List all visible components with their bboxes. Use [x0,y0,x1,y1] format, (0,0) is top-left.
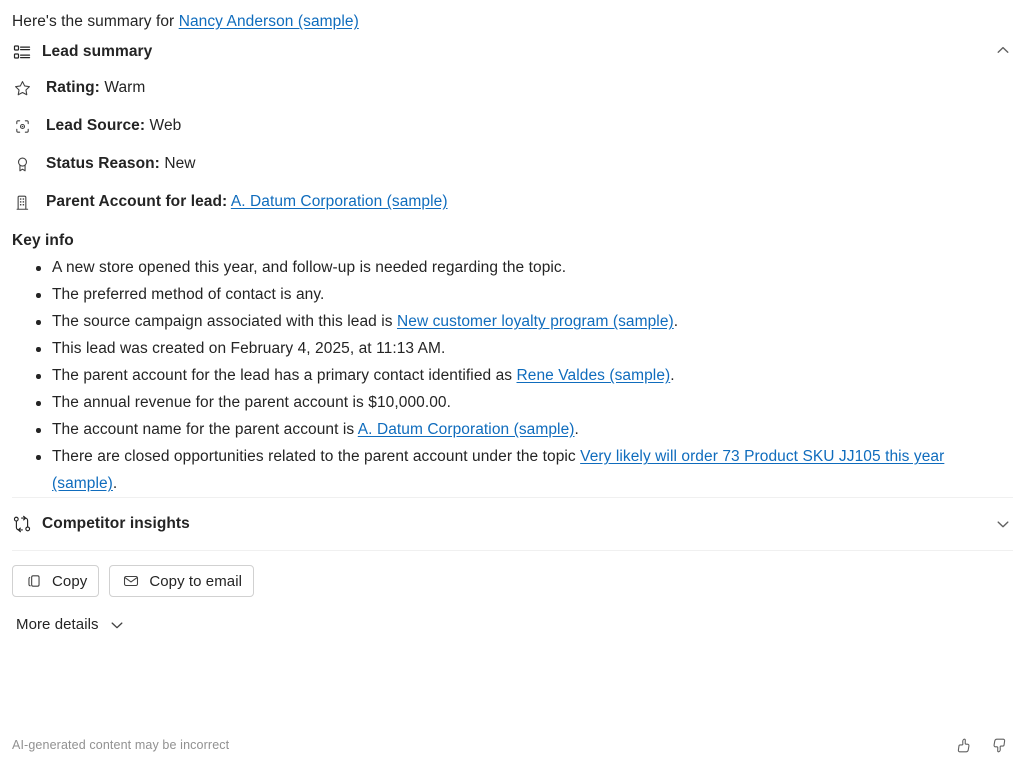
compare-branch-icon [12,514,32,534]
copy-to-email-button-label: Copy to email [149,572,243,590]
action-buttons: Copy Copy to email [0,551,1025,597]
attribute-label: Status Reason: [46,155,160,172]
lead-record-link[interactable]: Nancy Anderson (sample) [179,13,359,30]
intro-prefix: Here's the summary for [12,13,179,30]
copy-button-label: Copy [52,572,88,590]
list-summary-icon [12,42,32,62]
key-info-title: Key info [12,232,74,249]
key-info-item: The account name for the parent account … [36,416,1009,443]
lead-attributes: Rating: Warm Lead Source: Web Status Rea… [0,68,1025,222]
ribbon-icon [12,154,32,174]
key-info-text: The parent account for the lead has a pr… [52,367,517,384]
key-info-text: . [673,313,679,330]
key-info-text: . [670,367,675,384]
parent-account-link[interactable]: A. Datum Corporation (sample) [231,193,448,210]
key-info-text: . [112,475,118,492]
key-info-item: There are closed opportunities related t… [36,443,1009,497]
competitor-insights-title: Competitor insights [42,515,190,532]
key-info-text: The annual revenue for the parent accoun… [52,394,452,411]
building-icon [12,192,32,212]
key-info-list: A new store opened this year, and follow… [0,254,1025,497]
star-icon [12,78,32,98]
key-info-item: A new store opened this year, and follow… [36,254,1009,281]
key-info-text: There are closed opportunities related t… [52,448,581,465]
attribute-label: Parent Account for lead: [46,193,228,210]
intro-line: Here's the summary for Nancy Anderson (s… [0,0,1025,32]
attribute-label: Lead Source: [46,117,146,134]
attribute-value: Warm [104,79,146,96]
key-info-link[interactable]: New customer loyalty program (sample) [397,313,674,330]
thumbs-down-icon[interactable] [985,731,1013,759]
attribute-row-lead-source: Lead Source: Web [12,108,1013,146]
copy-to-email-button[interactable]: Copy to email [109,565,255,597]
key-info-item: The annual revenue for the parent accoun… [36,389,1009,416]
chevron-down-icon [109,617,125,633]
key-info-item: The source campaign associated with this… [36,308,1009,335]
chevron-up-icon[interactable] [989,36,1017,64]
copy-button[interactable]: Copy [12,565,100,597]
card-footer: AI-generated content may be incorrect [0,731,1025,759]
thumbs-up-icon[interactable] [949,731,977,759]
ai-disclaimer: AI-generated content may be incorrect [12,738,230,752]
lead-summary-header[interactable]: Lead summary [0,32,1025,68]
chevron-down-icon[interactable] [989,510,1017,538]
target-icon [12,116,32,136]
key-info-link[interactable]: A. Datum Corporation (sample) [358,421,575,438]
key-info-text: A new store opened this year, and follow… [52,259,567,276]
envelope-icon [121,572,140,591]
key-info-text: The account name for the parent account … [52,421,358,438]
lead-summary-card: Here's the summary for Nancy Anderson (s… [0,0,1025,765]
key-info-item: This lead was created on February 4, 202… [36,335,1009,362]
key-info-text: The source campaign associated with this… [52,313,397,330]
lead-summary-title: Lead summary [42,43,153,60]
attribute-value: New [164,155,196,172]
feedback-controls [949,731,1013,759]
more-details-label: More details [16,616,99,633]
key-info-text: This lead was created on February 4, 202… [52,340,446,357]
attribute-label: Rating: [46,79,100,96]
more-details-toggle[interactable]: More details [10,613,131,636]
attribute-row-status-reason: Status Reason: New [12,146,1013,184]
key-info-link[interactable]: Rene Valdes (sample) [517,367,671,384]
attribute-row-parent-account: Parent Account for lead: A. Datum Corpor… [12,184,1013,222]
attribute-row-rating: Rating: Warm [12,70,1013,108]
copy-icon [24,572,43,591]
competitor-insights-header[interactable]: Competitor insights [0,498,1025,550]
key-info-item: The parent account for the lead has a pr… [36,362,1009,389]
key-info-text: . [574,421,579,438]
attribute-value: Web [149,117,182,134]
key-info-text: The preferred method of contact is any. [52,286,325,303]
key-info-item: The preferred method of contact is any. [36,281,1009,308]
